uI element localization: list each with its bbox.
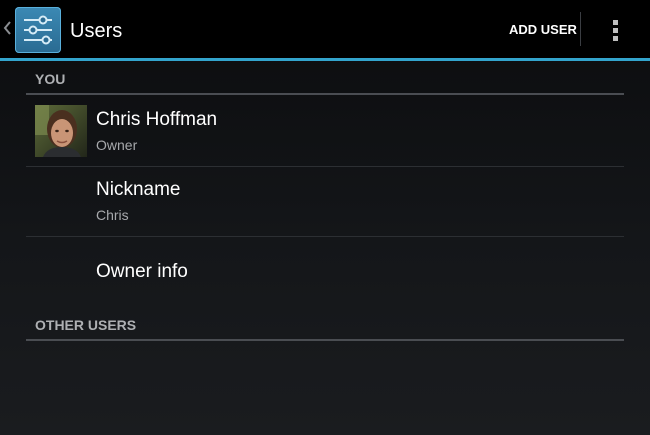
chevron-left-icon xyxy=(3,21,11,35)
list-item-owner-info[interactable]: Owner info xyxy=(26,237,624,305)
add-user-label: ADD USER xyxy=(509,22,577,37)
nickname-label: Nickname xyxy=(96,179,181,200)
action-bar-divider xyxy=(580,12,581,46)
action-bar-accent-line xyxy=(0,58,650,61)
up-navigation-button[interactable] xyxy=(0,0,66,58)
section-header-other-users: OTHER USERS xyxy=(35,317,137,333)
owner-info-label: Owner info xyxy=(96,261,188,282)
list-item-user-profile[interactable]: Chris Hoffman Owner xyxy=(26,95,624,165)
user-name: Chris Hoffman xyxy=(96,109,218,130)
section-header-you: YOU xyxy=(35,71,66,87)
add-user-button[interactable]: ADD USER xyxy=(499,10,581,50)
action-bar: Users ADD USER xyxy=(0,0,650,58)
nickname-value: Chris xyxy=(96,207,129,223)
overflow-menu-button[interactable] xyxy=(596,10,636,50)
list-item-nickname[interactable]: Nickname Chris xyxy=(26,167,624,236)
avatar xyxy=(35,105,87,157)
page-title: Users xyxy=(70,20,123,42)
section-divider-other-users xyxy=(26,339,624,341)
user-role: Owner xyxy=(96,137,138,153)
settings-sliders-icon xyxy=(15,7,61,53)
